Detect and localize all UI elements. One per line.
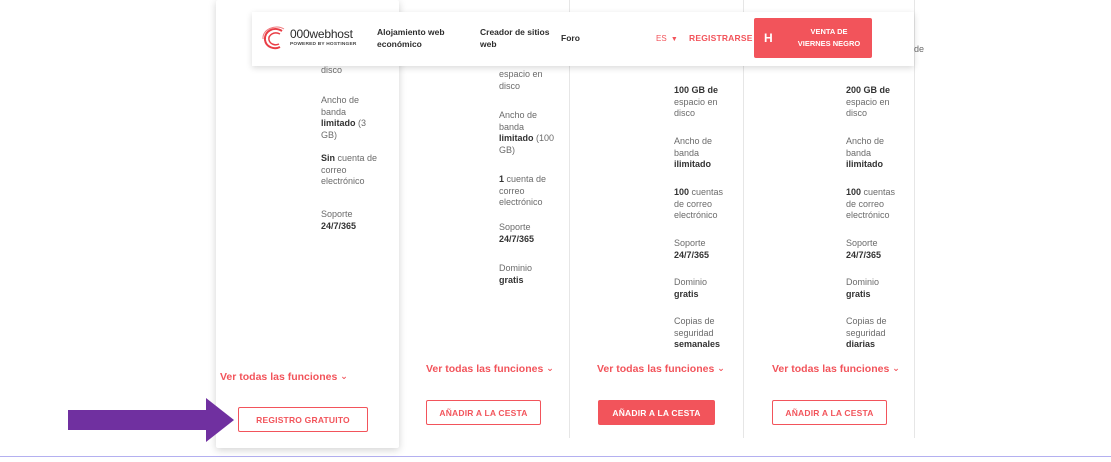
- see-all-features-link[interactable]: Ver todas las funciones ⌄: [772, 363, 900, 375]
- plan-card-free: disco Ancho de banda limitado (3 GB) Sin…: [216, 0, 399, 448]
- feature-bandwidth: Ancho de banda limitado (100 GB): [499, 110, 555, 155]
- annotation-arrow-icon: [68, 398, 234, 442]
- chevron-down-icon: ⌄: [340, 371, 348, 381]
- logo-name: 000webhost: [290, 27, 353, 41]
- feature-support: Soporte 24/7/365: [499, 222, 535, 244]
- feature-disk: disco: [321, 65, 343, 75]
- site-header: 000webhost POWERED BY HOSTINGER Alojamie…: [252, 12, 914, 66]
- feature-support: Soporte 24/7/365: [321, 209, 357, 231]
- feature-bandwidth: Ancho de banda ilimitado: [674, 136, 713, 169]
- see-all-features-link[interactable]: Ver todas las funciones ⌄: [220, 371, 348, 383]
- feature-domain: Dominio gratis: [674, 277, 708, 299]
- hostinger-h-icon: H: [764, 31, 773, 45]
- chevron-down-icon: ⌄: [892, 363, 900, 373]
- language-label: ES: [656, 34, 667, 43]
- add-to-cart-button[interactable]: AÑADIR A LA CESTA: [598, 400, 715, 425]
- see-all-features-link[interactable]: Ver todas las funciones ⌄: [426, 363, 554, 375]
- add-to-cart-button[interactable]: AÑADIR A LA CESTA: [426, 400, 541, 425]
- feature-support: Soporte 24/7/365: [674, 238, 710, 260]
- feature-email: 1 cuenta de correo electrónico: [499, 174, 547, 207]
- logo-subtitle: POWERED BY HOSTINGER: [290, 42, 357, 47]
- free-signup-button[interactable]: REGISTRO GRATUITO: [238, 407, 368, 432]
- feature-bandwidth: Ancho de banda ilimitado: [846, 136, 885, 169]
- feature-domain: Dominio gratis: [846, 277, 880, 299]
- feature-disk: espacio en disco: [499, 69, 543, 91]
- feature-disk: 100 GB de espacio en disco: [674, 85, 719, 118]
- caret-down-icon: ▼: [670, 36, 678, 43]
- divider: [0, 456, 1111, 457]
- clipped-text: de: [914, 44, 925, 54]
- add-to-cart-button[interactable]: AÑADIR A LA CESTA: [772, 400, 887, 425]
- feature-email: Sin cuenta de correo electrónico: [321, 153, 378, 186]
- feature-backups: Copias de seguridad semanales: [674, 316, 721, 349]
- language-selector[interactable]: ES ▼: [656, 34, 678, 43]
- logo-swirl-icon: [262, 26, 285, 50]
- feature-domain: Dominio gratis: [499, 263, 533, 285]
- see-all-features-link[interactable]: Ver todas las funciones ⌄: [597, 363, 725, 375]
- feature-support: Soporte 24/7/365: [846, 238, 882, 260]
- feature-backups: Copias de seguridad diarias: [846, 316, 887, 349]
- chevron-down-icon: ⌄: [717, 363, 725, 373]
- register-link[interactable]: REGISTRARSE: [689, 33, 753, 43]
- chevron-down-icon: ⌄: [546, 363, 554, 373]
- feature-bandwidth: Ancho de banda limitado (3 GB): [321, 95, 367, 140]
- feature-email: 100 cuentas de correo electrónico: [846, 187, 896, 220]
- black-friday-button[interactable]: H VENTA DE VIERNES NEGRO: [754, 18, 872, 58]
- nav-item-cheap-hosting[interactable]: Alojamiento web económico: [377, 26, 457, 50]
- logo[interactable]: 000webhost POWERED BY HOSTINGER: [262, 26, 372, 52]
- nav-item-website-builder[interactable]: Creador de sitios web: [480, 26, 550, 50]
- feature-disk: 200 GB de espacio en disco: [846, 85, 891, 118]
- nav-item-forum[interactable]: Foro: [561, 32, 580, 44]
- promo-label: VENTA DE VIERNES NEGRO: [797, 27, 861, 48]
- feature-email: 100 cuentas de correo electrónico: [674, 187, 724, 220]
